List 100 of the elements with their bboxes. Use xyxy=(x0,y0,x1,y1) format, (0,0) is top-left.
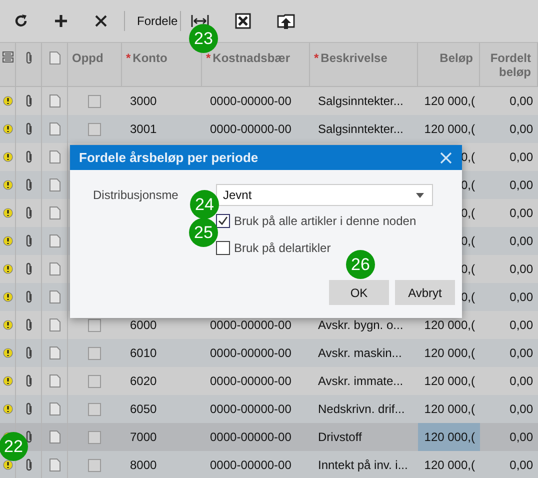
checkbox[interactable] xyxy=(88,402,101,416)
warning-icon xyxy=(2,96,12,106)
table-cell: 3000 xyxy=(130,94,157,108)
checkbox[interactable] xyxy=(216,240,230,254)
warning-icon xyxy=(2,152,12,162)
checkbox[interactable] xyxy=(88,94,101,108)
table-cell: 0,00 xyxy=(510,318,533,332)
table-cell: 6020 xyxy=(130,374,157,388)
document-icon[interactable] xyxy=(48,346,60,360)
table-cell: 0000-00000-00 xyxy=(210,374,292,388)
table-cell: 6000 xyxy=(130,318,157,332)
method-dropdown[interactable]: Jevnt xyxy=(216,184,433,206)
document-icon[interactable] xyxy=(48,374,60,388)
required-mark: * xyxy=(206,51,211,65)
warning-icon xyxy=(2,236,12,246)
paperclip-icon[interactable] xyxy=(24,262,32,276)
warning-icon xyxy=(2,180,12,190)
document-icon[interactable] xyxy=(48,430,60,444)
table-cell: 120 000,( xyxy=(424,94,475,108)
warning-icon xyxy=(2,320,12,330)
table-cell: 0,00 xyxy=(510,94,533,108)
table-cell: Nedskrivn. drif... xyxy=(318,402,405,416)
table-cell: Inntekt på inv. i... xyxy=(318,458,408,472)
table-cell: Drivstoff xyxy=(318,430,362,444)
paperclip-icon[interactable] xyxy=(24,234,32,248)
table-cell: 120 000,( xyxy=(424,430,475,444)
table-cell: 120 000,( xyxy=(424,402,475,416)
table-cell: 0000-00000-00 xyxy=(210,346,292,360)
add-icon[interactable] xyxy=(54,14,68,28)
table-cell: 0,00 xyxy=(510,402,533,416)
required-mark: * xyxy=(126,51,131,65)
checkbox[interactable] xyxy=(88,374,101,388)
document-icon[interactable] xyxy=(48,122,60,136)
table-cell: 7000 xyxy=(130,430,157,444)
paperclip-icon[interactable] xyxy=(24,430,32,444)
checkbox[interactable] xyxy=(88,318,101,332)
paperclip-icon[interactable] xyxy=(24,150,32,164)
table-cell: Avskr. bygn. o... xyxy=(318,318,404,332)
column-header[interactable]: Konto xyxy=(132,51,168,65)
cancel-button[interactable]: Avbryt xyxy=(395,280,455,305)
document-icon xyxy=(48,51,60,65)
paperclip-icon[interactable] xyxy=(24,122,32,136)
column-header[interactable]: Kostnadsbær xyxy=(212,51,290,65)
warning-icon xyxy=(2,292,12,302)
document-icon[interactable] xyxy=(48,262,60,276)
ok-button[interactable]: OK xyxy=(329,280,389,305)
paperclip-icon[interactable] xyxy=(24,94,32,108)
checkbox[interactable] xyxy=(88,430,101,444)
paperclip-icon[interactable] xyxy=(24,374,32,388)
table-cell: 0,00 xyxy=(510,122,533,136)
fit-width-icon[interactable] xyxy=(190,14,209,28)
upload-icon[interactable] xyxy=(276,12,295,30)
table-cell: 0,00 xyxy=(510,430,533,444)
table-cell: 0000-00000-00 xyxy=(210,430,292,444)
column-header[interactable]: Oppd xyxy=(72,51,104,65)
table-cell: 0,00 xyxy=(510,178,533,192)
checkbox[interactable] xyxy=(88,122,101,136)
table-cell: 120 000,( xyxy=(424,318,475,332)
document-icon[interactable] xyxy=(48,178,60,192)
paperclip-icon[interactable] xyxy=(24,402,32,416)
checkbox[interactable] xyxy=(88,346,101,360)
column-header[interactable]: Beskrivelse xyxy=(320,51,388,65)
table-cell: 0,00 xyxy=(510,206,533,220)
table-cell: 120 000,( xyxy=(424,346,475,360)
warning-icon xyxy=(2,264,12,274)
document-icon[interactable] xyxy=(48,458,60,472)
column-header[interactable]: Fordelt beløp xyxy=(484,51,531,79)
document-icon[interactable] xyxy=(48,94,60,108)
table-cell: 0,00 xyxy=(510,346,533,360)
warning-icon xyxy=(2,460,12,470)
table-cell: 0,00 xyxy=(510,262,533,276)
table-cell: 0,00 xyxy=(510,290,533,304)
paperclip-icon[interactable] xyxy=(24,206,32,220)
checkbox[interactable] xyxy=(88,458,101,472)
paperclip-icon[interactable] xyxy=(24,178,32,192)
document-icon[interactable] xyxy=(48,150,60,164)
document-icon[interactable] xyxy=(48,318,60,332)
list-icon[interactable] xyxy=(2,51,14,65)
table-cell: 0,00 xyxy=(510,234,533,248)
paperclip-icon xyxy=(24,51,32,65)
table-cell: 6010 xyxy=(130,346,157,360)
checkbox[interactable] xyxy=(216,214,230,228)
refresh-icon[interactable] xyxy=(14,14,28,28)
document-icon[interactable] xyxy=(48,206,60,220)
close-icon[interactable] xyxy=(94,14,108,28)
excel-icon[interactable] xyxy=(234,13,251,29)
document-icon[interactable] xyxy=(48,402,60,416)
column-header[interactable]: Beløp xyxy=(440,51,473,65)
table-cell: 0000-00000-00 xyxy=(210,94,292,108)
paperclip-icon[interactable] xyxy=(24,290,32,304)
document-icon[interactable] xyxy=(48,234,60,248)
table-cell: Salgsinntekter... xyxy=(318,122,404,136)
paperclip-icon[interactable] xyxy=(24,318,32,332)
distribute-button[interactable]: Fordele xyxy=(135,14,190,28)
warning-icon xyxy=(2,124,12,134)
document-icon[interactable] xyxy=(48,290,60,304)
table-cell: 0,00 xyxy=(510,458,533,472)
paperclip-icon[interactable] xyxy=(24,458,32,472)
paperclip-icon[interactable] xyxy=(24,346,32,360)
table-cell: 0000-00000-00 xyxy=(210,458,292,472)
